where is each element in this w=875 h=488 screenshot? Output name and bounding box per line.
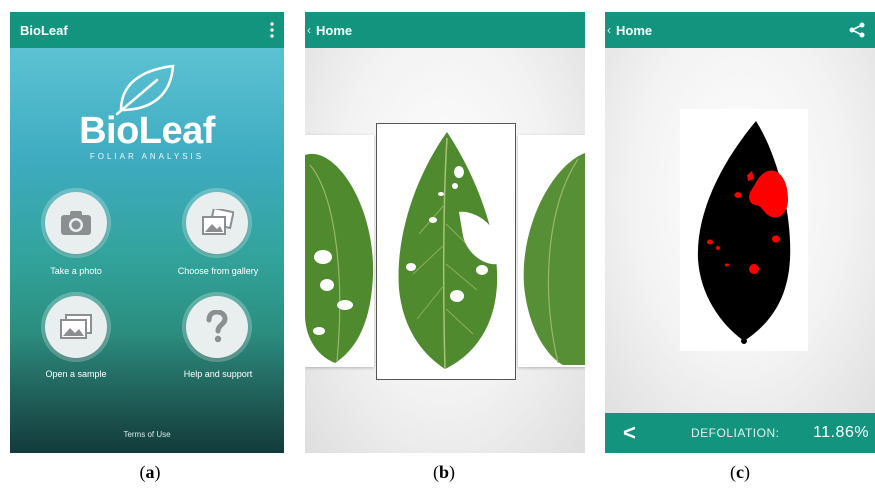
brand-name: BioLeaf [79, 110, 215, 152]
defoliation-value: 11.86% [813, 424, 870, 441]
caption-a: (a) [139, 462, 161, 482]
brand-subtitle: FOLIAR ANALYSIS [89, 152, 205, 161]
overflow-menu-icon[interactable] [270, 12, 274, 48]
defoliation-label: DEFOLIATION: [691, 426, 780, 440]
chevron-left-icon: ‹ [307, 23, 311, 37]
leaf-image-selected [398, 132, 498, 370]
open-sample-label: Open a sample [45, 369, 107, 379]
leaf-card-next[interactable] [518, 135, 585, 367]
screen-title: Home [616, 22, 653, 38]
choose-gallery-label: Choose from gallery [177, 266, 259, 276]
back-arrow-icon[interactable]: < [623, 420, 636, 446]
panel-result: ‹ Home < DEFOLIATION: 11.86% [605, 12, 875, 453]
question-icon [206, 310, 228, 343]
take-photo-label: Take a photo [50, 266, 102, 276]
chevron-left-icon: ‹ [607, 23, 611, 37]
leaf-card-selected[interactable] [376, 123, 516, 380]
app-bar: ‹ Home [605, 12, 875, 48]
camera-icon [61, 211, 91, 235]
take-photo-button[interactable] [45, 192, 107, 254]
segmented-leaf-image [697, 121, 791, 344]
caption-c: (c) [730, 462, 750, 482]
app-title: BioLeaf [20, 22, 68, 38]
back-button[interactable]: ‹ Home [307, 23, 352, 38]
segmented-leaf-card [680, 109, 808, 351]
terms-of-use-link[interactable]: Terms of Use [10, 430, 284, 439]
app-bar: ‹ Home [305, 12, 585, 48]
choose-gallery-button[interactable] [186, 192, 248, 254]
app-bar: BioLeaf [10, 12, 284, 48]
screen-title: Home [316, 22, 353, 38]
leaf-image-next [523, 153, 585, 365]
gallery-icon [202, 209, 234, 235]
result-bar: < DEFOLIATION: 11.86% [605, 413, 875, 453]
leaf-card-previous[interactable] [305, 135, 374, 367]
panel-main-menu: BioLeaf BioLeaf FOLIAR ANALYSIS Take a p… [10, 12, 284, 453]
caption-b: (b) [432, 462, 455, 482]
leaf-logo-icon [115, 64, 175, 116]
leaf-image-previous [305, 153, 374, 363]
help-support-label: Help and support [183, 369, 253, 379]
help-support-button[interactable] [186, 296, 248, 358]
panel-leaf-selection: ‹ Home [305, 12, 585, 453]
share-icon[interactable] [849, 12, 865, 48]
back-button[interactable]: ‹ Home [607, 23, 652, 38]
open-sample-button[interactable] [45, 296, 107, 358]
photos-icon [60, 314, 92, 339]
